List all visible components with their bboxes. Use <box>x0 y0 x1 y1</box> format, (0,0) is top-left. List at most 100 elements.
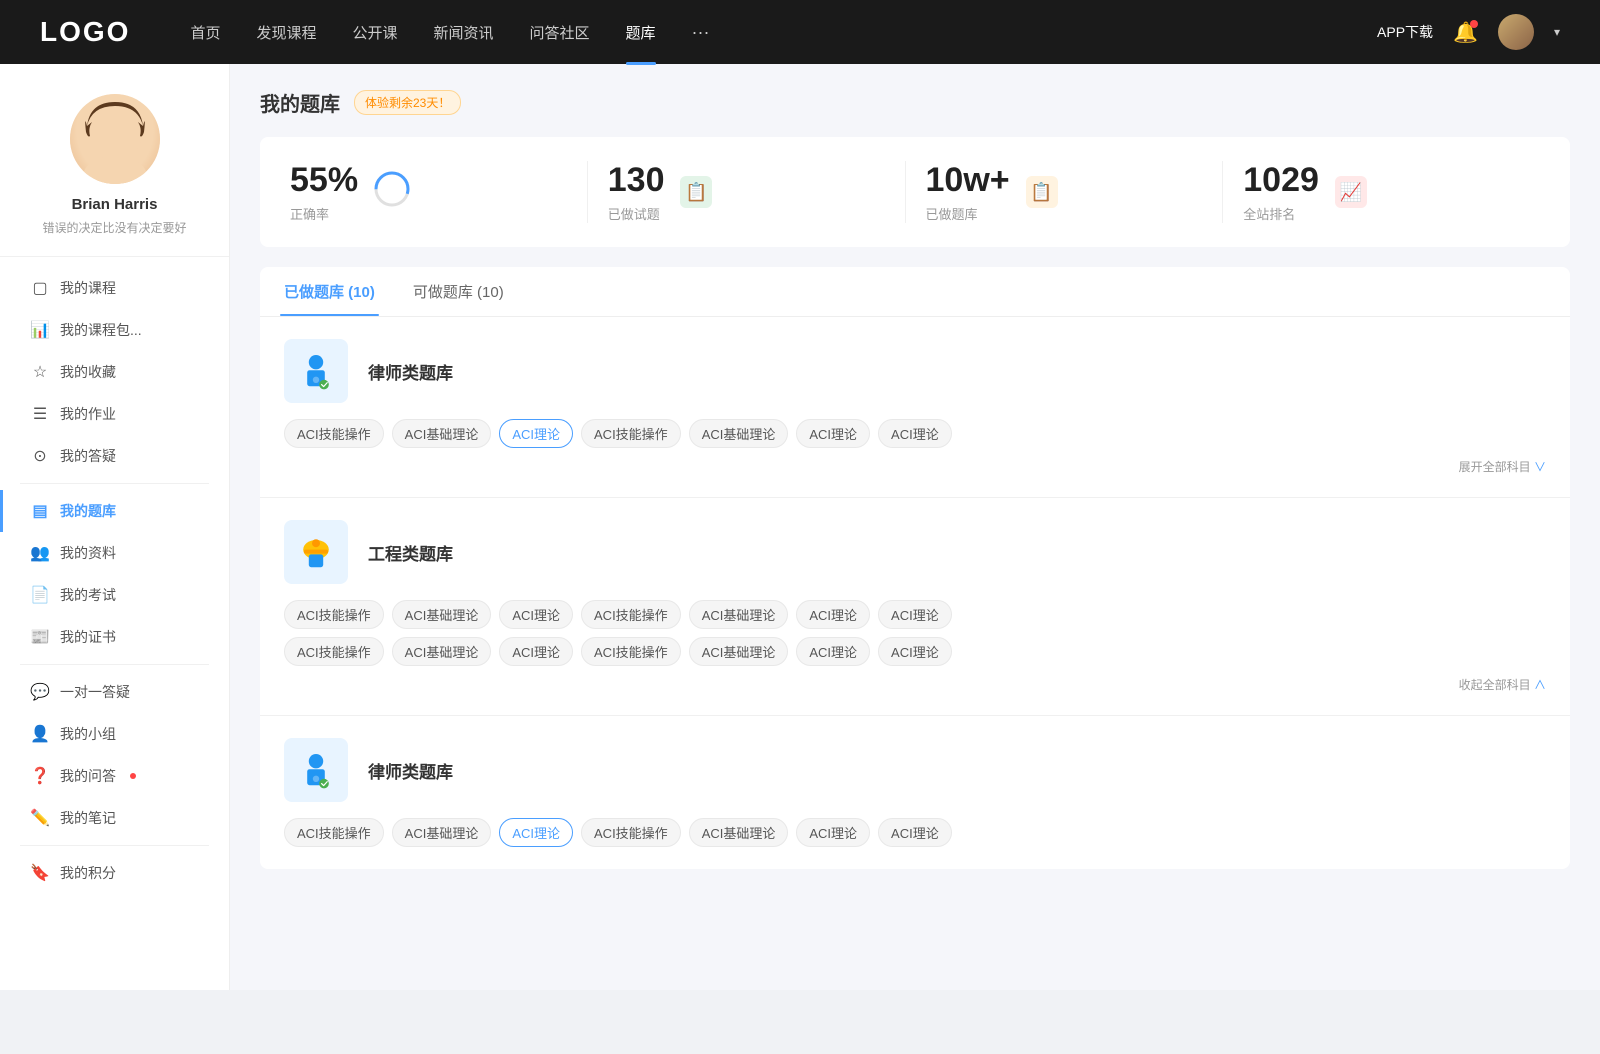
menu-certificate[interactable]: 📰 我的证书 <box>0 616 229 658</box>
trial-badge: 体验剩余23天！ <box>354 90 461 115</box>
menu-label: 我的小组 <box>60 724 116 744</box>
tag-active[interactable]: ACI理论 <box>499 419 573 448</box>
menu-label: 我的笔记 <box>60 808 116 828</box>
menu-my-qa[interactable]: ❓ 我的问答 <box>0 755 229 797</box>
expand-section-1[interactable]: 展开全部科目 ∨ <box>284 458 1546 475</box>
section-header-1: 律师类题库 <box>284 339 1546 403</box>
tag[interactable]: ACI基础理论 <box>392 600 492 629</box>
menu-label: 我的问答 <box>60 766 116 786</box>
tag[interactable]: ACI基础理论 <box>689 600 789 629</box>
menu-points[interactable]: 🔖 我的积分 <box>0 852 229 894</box>
notification-dot <box>1470 20 1478 28</box>
collapse-section-2[interactable]: 收起全部科目 ∧ <box>284 676 1546 693</box>
section-header-3: 律师类题库 <box>284 738 1546 802</box>
menu-exam[interactable]: 📄 我的考试 <box>0 574 229 616</box>
main-content: 我的题库 体验剩余23天！ 55% 正确率 130 <box>230 64 1600 990</box>
banks-icon: 📋 <box>1026 176 1058 208</box>
tag[interactable]: ACI技能操作 <box>581 419 681 448</box>
qbank-section-engineer: 工程类题库 ACI技能操作 ACI基础理论 ACI理论 ACI技能操作 ACI基… <box>260 498 1570 716</box>
notification-bell[interactable]: 🔔 <box>1453 20 1478 45</box>
app-download-button[interactable]: APP下载 <box>1377 22 1433 42</box>
menu-questions[interactable]: ⊙ 我的答疑 <box>0 435 229 477</box>
tag[interactable]: ACI理论 <box>878 637 952 666</box>
qbank-sections: 律师类题库 ACI技能操作 ACI基础理论 ACI理论 ACI技能操作 ACI基… <box>260 317 1570 869</box>
menu-materials[interactable]: 👥 我的资料 <box>0 532 229 574</box>
done-icon: 📋 <box>680 176 712 208</box>
section-header-2: 工程类题库 <box>284 520 1546 584</box>
menu-homework[interactable]: ☰ 我的作业 <box>0 393 229 435</box>
profile-section: Brian Harris 错误的决定比没有决定要好 <box>0 94 229 257</box>
nav-discover[interactable]: 发现课程 <box>256 22 316 43</box>
stat-accuracy-value: 55% 正确率 <box>290 161 358 223</box>
tag[interactable]: ACI理论 <box>796 818 870 847</box>
courses-icon: ▢ <box>30 278 50 298</box>
menu-my-courses[interactable]: ▢ 我的课程 <box>0 267 229 309</box>
tag[interactable]: ACI理论 <box>796 419 870 448</box>
tag[interactable]: ACI理论 <box>878 818 952 847</box>
tag[interactable]: ACI技能操作 <box>284 818 384 847</box>
tag[interactable]: ACI技能操作 <box>284 419 384 448</box>
divider-3 <box>20 845 209 846</box>
tab-done[interactable]: 已做题库 (10) <box>280 267 379 316</box>
tag[interactable]: ACI技能操作 <box>581 637 681 666</box>
logo: LOGO <box>40 16 130 48</box>
menu-notes[interactable]: ✏️ 我的笔记 <box>0 797 229 839</box>
tag[interactable]: ACI基础理论 <box>689 419 789 448</box>
qbank-icon: ▤ <box>30 501 50 521</box>
nav-right: APP下载 🔔 ▾ <box>1377 14 1560 50</box>
exam-icon: 📄 <box>30 585 50 605</box>
nav-qa[interactable]: 问答社区 <box>530 22 590 43</box>
navbar: LOGO 首页 发现课程 公开课 新闻资讯 问答社区 题库 ··· APP下载 … <box>0 0 1600 64</box>
stat-done-questions: 130 已做试题 📋 <box>588 161 906 223</box>
tag[interactable]: ACI理论 <box>796 600 870 629</box>
nav-home[interactable]: 首页 <box>190 22 220 43</box>
avatar[interactable] <box>1498 14 1534 50</box>
menu-one-on-one[interactable]: 💬 一对一答疑 <box>0 671 229 713</box>
tag[interactable]: ACI基础理论 <box>392 818 492 847</box>
materials-icon: 👥 <box>30 543 50 563</box>
nav-news[interactable]: 新闻资讯 <box>434 22 494 43</box>
tag[interactable]: ACI理论 <box>878 419 952 448</box>
tag[interactable]: ACI基础理论 <box>689 818 789 847</box>
tag[interactable]: ACI技能操作 <box>581 818 681 847</box>
nav-qbank[interactable]: 题库 <box>626 22 656 43</box>
menu-course-packages[interactable]: 📊 我的课程包... <box>0 309 229 351</box>
tag[interactable]: ACI基础理论 <box>392 419 492 448</box>
tag[interactable]: ACI理论 <box>499 637 573 666</box>
menu-group[interactable]: 👤 我的小组 <box>0 713 229 755</box>
tag[interactable]: ACI理论 <box>499 600 573 629</box>
section-name-1: 律师类题库 <box>368 359 453 384</box>
section-tags-1: ACI技能操作 ACI基础理论 ACI理论 ACI技能操作 ACI基础理论 AC… <box>284 419 1546 448</box>
group-icon: 👤 <box>30 724 50 744</box>
nav-open-course[interactable]: 公开课 <box>352 22 397 43</box>
oto-icon: 💬 <box>30 682 50 702</box>
page-header: 我的题库 体验剩余23天！ <box>260 88 1570 117</box>
tag-active[interactable]: ACI理论 <box>499 818 573 847</box>
profile-dropdown-arrow[interactable]: ▾ <box>1554 25 1560 39</box>
main-layout: Brian Harris 错误的决定比没有决定要好 ▢ 我的课程 📊 我的课程包… <box>0 64 1600 990</box>
qbank-section-lawyer-2: 律师类题库 ACI技能操作 ACI基础理论 ACI理论 ACI技能操作 ACI基… <box>260 716 1570 869</box>
stat-ranking: 1029 全站排名 📈 <box>1223 161 1540 223</box>
tag[interactable]: ACI技能操作 <box>284 637 384 666</box>
menu-label: 我的题库 <box>60 501 116 521</box>
tag[interactable]: ACI技能操作 <box>581 600 681 629</box>
menu-label: 我的资料 <box>60 543 116 563</box>
avatar-face <box>70 94 160 184</box>
stat-done-value: 130 已做试题 <box>608 161 665 223</box>
menu-favorites[interactable]: ☆ 我的收藏 <box>0 351 229 393</box>
tag[interactable]: ACI理论 <box>796 637 870 666</box>
tag[interactable]: ACI技能操作 <box>284 600 384 629</box>
tag[interactable]: ACI理论 <box>878 600 952 629</box>
menu-question-bank[interactable]: ▤ 我的题库 <box>0 490 229 532</box>
tag[interactable]: ACI基础理论 <box>392 637 492 666</box>
section-name-2: 工程类题库 <box>368 540 453 565</box>
section-tags-3: ACI技能操作 ACI基础理论 ACI理论 ACI技能操作 ACI基础理论 AC… <box>284 818 1546 847</box>
banks-label: 已做题库 <box>926 204 1010 223</box>
tab-available[interactable]: 可做题库 (10) <box>409 267 508 316</box>
tag[interactable]: ACI基础理论 <box>689 637 789 666</box>
accuracy-icon <box>374 171 410 214</box>
banks-number: 10w+ <box>926 161 1010 200</box>
stat-ranking-value: 1029 全站排名 <box>1243 161 1319 223</box>
section-name-3: 律师类题库 <box>368 758 453 783</box>
nav-more[interactable]: ··· <box>692 22 710 43</box>
